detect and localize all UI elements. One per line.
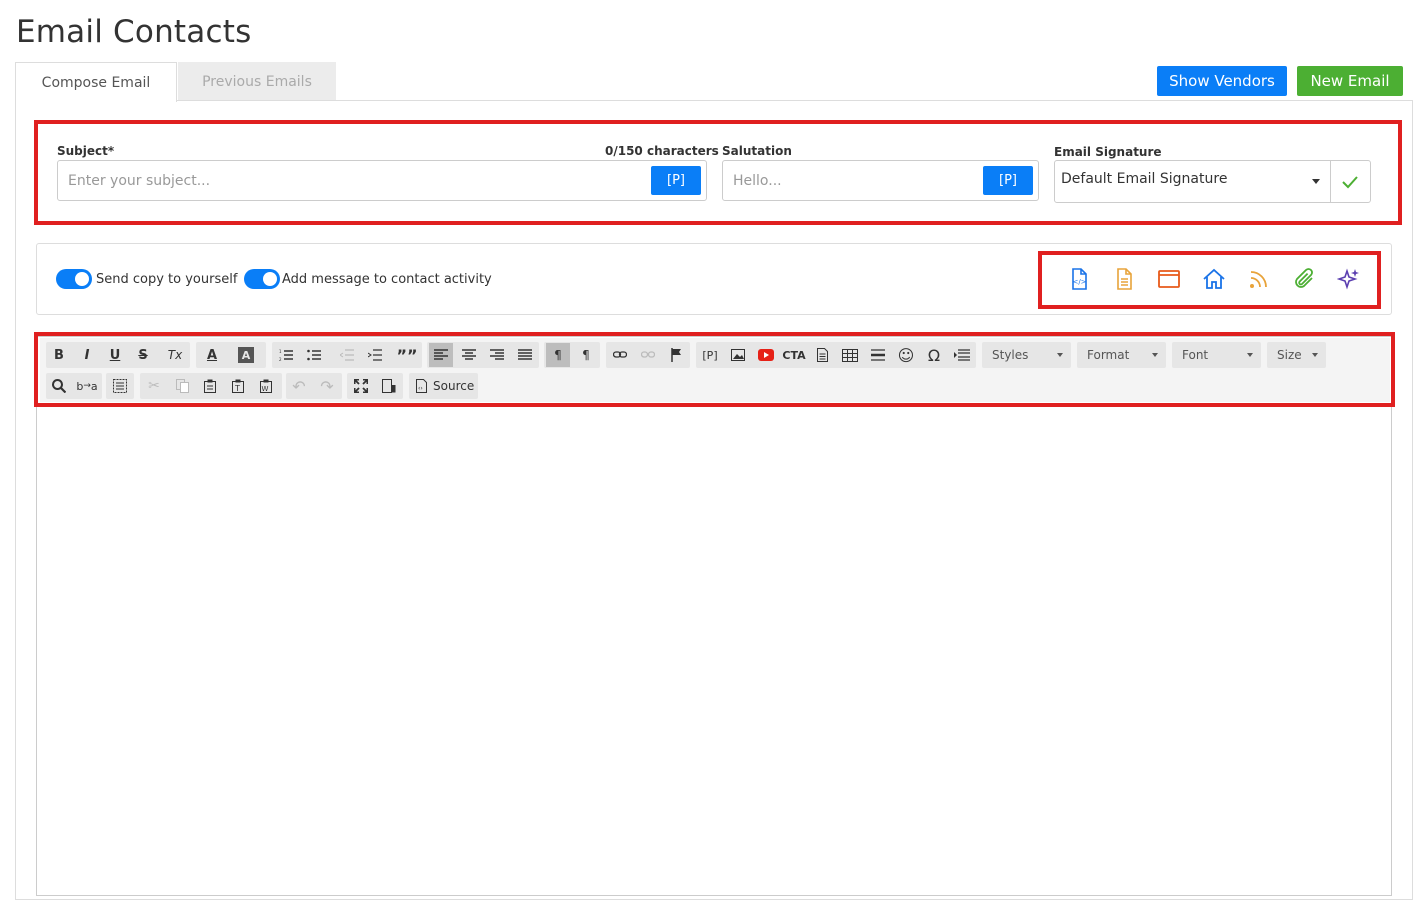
horizontal-line-icon[interactable] — [866, 343, 890, 367]
signature-selected: Default Email Signature — [1061, 171, 1228, 187]
svg-text:2: 2 — [279, 357, 282, 361]
font-dropdown[interactable]: Font — [1172, 342, 1261, 368]
signature-label: Email Signature — [1054, 145, 1162, 159]
add-activity-label: Add message to contact activity — [282, 272, 492, 287]
strike-icon[interactable]: S — [131, 343, 155, 367]
special-char-icon[interactable]: Ω — [922, 343, 946, 367]
unlink-icon[interactable] — [636, 343, 660, 367]
add-activity-toggle[interactable] — [244, 269, 280, 289]
select-all-icon[interactable] — [108, 374, 132, 398]
tab-compose-email[interactable]: Compose Email — [15, 62, 177, 102]
template-icon[interactable] — [810, 343, 834, 367]
numbered-list-icon[interactable]: 12 — [274, 343, 298, 367]
rss-icon[interactable] — [1247, 267, 1271, 291]
styles-dropdown[interactable]: Styles — [982, 342, 1071, 368]
editor-content-area[interactable] — [36, 336, 1392, 896]
bold-icon[interactable]: B — [47, 343, 71, 367]
subject-placeholder: Enter your subject... — [68, 172, 211, 189]
align-right-icon[interactable] — [485, 343, 509, 367]
redo-icon[interactable]: ↷ — [315, 374, 339, 398]
italic-icon[interactable]: I — [75, 343, 99, 367]
ai-sparkle-icon[interactable] — [1336, 267, 1361, 291]
svg-text:1: 1 — [279, 349, 282, 354]
page-title: Email Contacts — [16, 14, 252, 50]
salutation-placeholder-button[interactable]: [P] — [983, 166, 1033, 195]
align-left-icon[interactable] — [429, 343, 453, 367]
subject-label: Subject* — [57, 144, 115, 158]
blockquote-icon[interactable]: ”” — [395, 343, 419, 367]
ltr-icon[interactable]: ¶ — [546, 343, 570, 367]
paste-text-icon[interactable]: T — [226, 374, 250, 398]
source-label: Source — [433, 379, 475, 393]
replace-icon[interactable]: b → a — [75, 374, 99, 398]
send-copy-label: Send copy to yourself — [96, 272, 238, 287]
svg-text:W: W — [262, 385, 269, 393]
align-center-icon[interactable] — [457, 343, 481, 367]
cut-icon[interactable]: ✂ — [142, 374, 166, 398]
placeholder-icon[interactable]: [P] — [698, 343, 722, 367]
salutation-input[interactable]: Hello... [P] — [722, 160, 1039, 201]
cta-icon[interactable]: CTA — [782, 343, 806, 367]
link-icon[interactable] — [608, 343, 632, 367]
format-dropdown[interactable]: Format — [1077, 342, 1166, 368]
bg-color-icon[interactable]: A — [238, 347, 254, 363]
rtl-icon[interactable]: ¶ — [574, 343, 598, 367]
image-icon[interactable] — [726, 343, 750, 367]
size-dropdown[interactable]: Size — [1267, 342, 1326, 368]
smiley-icon[interactable]: ☺ — [894, 343, 918, 367]
bullet-list-icon[interactable] — [302, 343, 326, 367]
caret-down-icon — [1312, 179, 1320, 184]
format-label: Format — [1087, 348, 1130, 362]
caret-down-icon — [1247, 353, 1253, 357]
source-button[interactable]: ‹› Source — [409, 373, 478, 399]
subject-char-counter: 0/150 characters — [605, 144, 719, 158]
caret-down-icon — [1312, 353, 1318, 357]
salutation-placeholder: Hello... — [733, 172, 782, 189]
show-blocks-icon[interactable] — [377, 374, 401, 398]
indent-icon[interactable] — [363, 343, 387, 367]
caret-down-icon — [1057, 353, 1063, 357]
svg-text:</>: </> — [1072, 278, 1086, 286]
copy-icon[interactable] — [170, 374, 194, 398]
signature-select[interactable]: Default Email Signature — [1054, 160, 1371, 203]
send-copy-toggle[interactable] — [56, 269, 92, 289]
page-break-icon[interactable] — [950, 343, 974, 367]
underline-icon[interactable]: U — [103, 343, 127, 367]
find-icon[interactable] — [47, 374, 71, 398]
styles-label: Styles — [992, 348, 1029, 362]
new-email-button[interactable]: New Email — [1297, 66, 1403, 96]
undo-icon[interactable]: ↶ — [287, 374, 311, 398]
justify-icon[interactable] — [513, 343, 537, 367]
tab-previous-emails[interactable]: Previous Emails — [178, 62, 336, 101]
paste-word-icon[interactable]: W — [254, 374, 278, 398]
check-icon[interactable] — [1339, 171, 1361, 197]
text-color-icon[interactable]: A — [200, 343, 224, 367]
browser-window-icon[interactable] — [1157, 267, 1181, 291]
font-label: Font — [1182, 348, 1209, 362]
caret-down-icon — [1152, 353, 1158, 357]
salutation-label: Salutation — [722, 144, 792, 158]
source-icon: ‹› — [416, 379, 427, 396]
show-vendors-button[interactable]: Show Vendors — [1157, 66, 1287, 96]
subject-input[interactable]: Enter your subject... [P] — [57, 160, 707, 201]
document-icon[interactable] — [1112, 267, 1136, 291]
html-file-icon[interactable]: </> — [1067, 267, 1091, 291]
home-icon[interactable] — [1202, 267, 1226, 291]
size-label: Size — [1277, 348, 1302, 362]
anchor-icon[interactable] — [664, 343, 688, 367]
table-icon[interactable] — [838, 343, 862, 367]
select-divider — [1330, 161, 1331, 202]
paperclip-icon[interactable] — [1292, 267, 1316, 291]
remove-format-icon[interactable]: Tx — [163, 343, 187, 367]
maximize-icon[interactable] — [349, 374, 373, 398]
youtube-icon[interactable] — [754, 343, 778, 367]
svg-text:‹›: ‹› — [418, 385, 423, 392]
subject-placeholder-button[interactable]: [P] — [651, 166, 701, 195]
outdent-icon[interactable] — [335, 343, 359, 367]
paste-icon[interactable] — [198, 374, 222, 398]
svg-text:T: T — [234, 384, 240, 393]
